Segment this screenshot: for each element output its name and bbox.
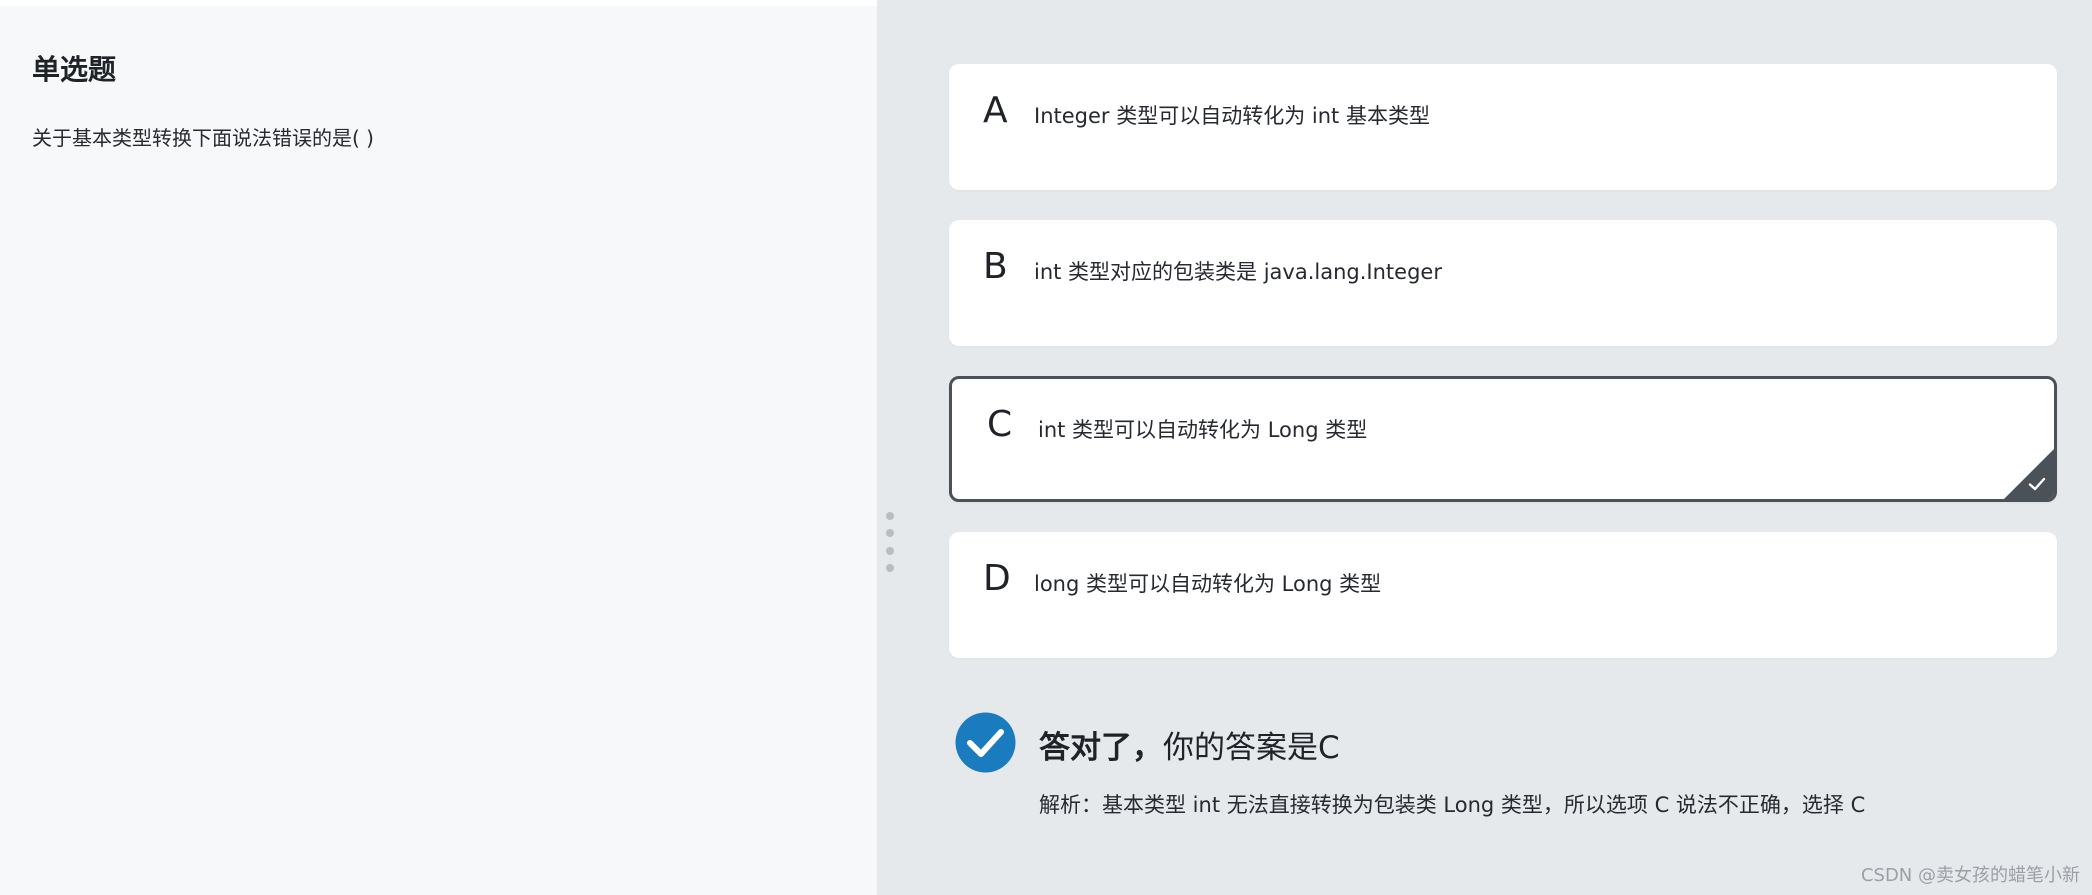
pane-resize-handle[interactable] [883, 512, 897, 572]
option-a[interactable]: A Integer 类型可以自动转化为 int 基本类型 [949, 64, 2057, 190]
result-status: 答对了，你的答案是C [1039, 722, 1340, 767]
drag-dot-icon [886, 529, 894, 538]
option-d[interactable]: D long 类型可以自动转化为 Long 类型 [949, 532, 2057, 658]
option-letter: C [987, 404, 1013, 445]
result-status-text: 你的答案是C [1163, 730, 1340, 766]
result-status-bold: 答对了， [1039, 730, 1163, 766]
option-text: long 类型可以自动转化为 Long 类型 [1034, 572, 1382, 596]
option-letter: D [983, 558, 1011, 599]
check-circle-icon [955, 712, 1016, 773]
option-b[interactable]: B int 类型对应的包装类是 java.lang.Integer [949, 220, 2057, 346]
question-pane: 单选题 关于基本类型转换下面说法错误的是( ) [0, 0, 877, 895]
drag-dot-icon [886, 546, 894, 555]
option-text: int 类型可以自动转化为 Long 类型 [1038, 418, 1368, 442]
option-text: int 类型对应的包装类是 java.lang.Integer [1034, 260, 1442, 284]
drag-dot-icon [886, 563, 894, 572]
question-type-heading: 单选题 [32, 53, 117, 86]
option-letter: B [983, 246, 1008, 287]
drag-dot-icon [886, 512, 894, 520]
quiz-page: 单选题 关于基本类型转换下面说法错误的是( ) A Integer 类型可以自动… [0, 0, 2092, 895]
option-c[interactable]: C int 类型可以自动转化为 Long 类型 [949, 376, 2057, 502]
watermark: CSDN @卖女孩的蜡笔小新 [1860, 865, 2080, 886]
answer-explanation: 解析：基本类型 int 无法直接转换为包装类 Long 类型，所以选项 C 说法… [1039, 793, 1866, 817]
question-text: 关于基本类型转换下面说法错误的是( ) [32, 126, 374, 150]
option-letter: A [983, 90, 1008, 131]
checkmark-icon [2028, 477, 2046, 491]
option-text: Integer 类型可以自动转化为 int 基本类型 [1034, 104, 1430, 128]
